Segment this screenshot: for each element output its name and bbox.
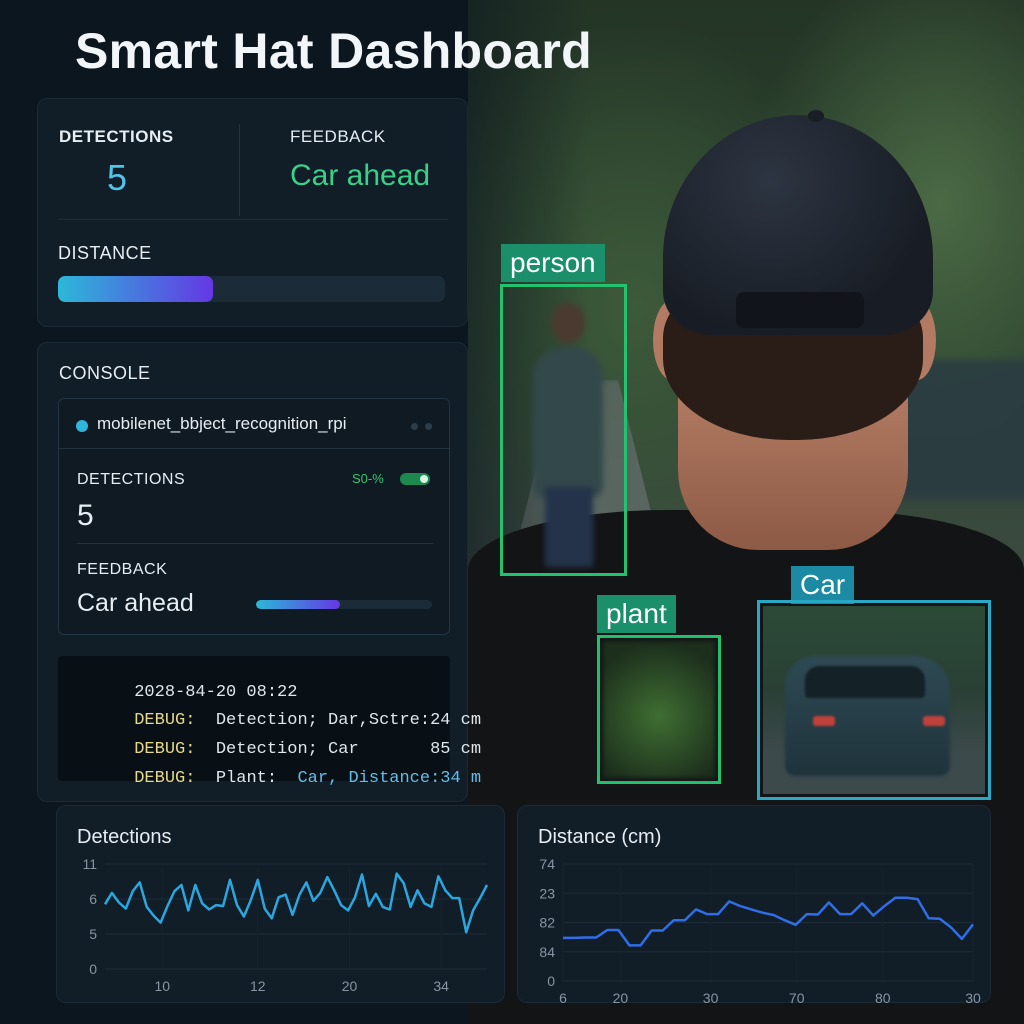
- model-card-header: mobilenet_bbject_recognition_rpi: [59, 399, 449, 449]
- distance-chart-panel: Distance (cm) 74 23 82 84 0 6 20 30 70 80 30: [517, 805, 991, 1004]
- bbox-label-car: Car: [791, 566, 855, 604]
- distance-label: DISTANCE: [58, 243, 152, 263]
- model-card: mobilenet_bbject_recognition_rpi DETECTI…: [58, 398, 450, 635]
- detections-label: DETECTIONS: [59, 127, 174, 146]
- console-detections-value: 5: [77, 499, 94, 532]
- detections-x-tick: 20: [342, 978, 358, 994]
- distance-y-tick: 74: [539, 856, 555, 872]
- distance-y-tick: 84: [539, 944, 555, 960]
- console-label: CONSOLE: [59, 363, 151, 383]
- feedback-bar: [256, 600, 432, 609]
- model-name: mobilenet_bbject_recognition_rpi: [97, 414, 347, 433]
- detections-y-tick: 0: [89, 961, 97, 977]
- page-title: Smart Hat Dashboard: [75, 23, 592, 79]
- summary-panel: DETECTIONS 5 FEEDBACK Car ahead DISTANCE: [37, 98, 468, 327]
- detections-chart-panel: Detections 11 6 5 0 10 12 20 34: [56, 805, 505, 1003]
- distance-x-tick: 70: [789, 990, 805, 1004]
- distance-y-tick: 82: [539, 915, 555, 931]
- distance-bar-fill: [58, 276, 213, 302]
- detections-chart: 11 6 5 0 10 12 20 34: [82, 856, 489, 994]
- console-panel: CONSOLE mobilenet_bbject_recognition_rpi…: [37, 342, 481, 802]
- detections-count: 5: [107, 157, 128, 198]
- feedback-bar-fill: [256, 600, 341, 609]
- console-detections-label: DETECTIONS: [77, 471, 186, 488]
- distance-series-line: [563, 896, 974, 947]
- debug-log: 2028-84-20 08:22 DEBUG: Detection; Dar,S…: [58, 656, 481, 788]
- detections-y-tick: 6: [89, 891, 97, 907]
- feedback-value: Car ahead: [290, 159, 431, 192]
- toggle-switch[interactable]: [400, 473, 430, 485]
- detections-x-tick: 34: [433, 978, 449, 994]
- distance-y-tick: 0: [547, 973, 555, 989]
- distance-chart: 74 23 82 84 06 20 30 70 80 30: [539, 856, 981, 1004]
- console-feedback-value: Car ahead: [77, 589, 194, 617]
- detections-y-tick: 5: [89, 926, 97, 942]
- bbox-plant[interactable]: [597, 635, 721, 784]
- bbox-person[interactable]: [500, 284, 627, 576]
- detections-y-tick: 11: [82, 856, 97, 872]
- confidence-badge: S0-%: [352, 471, 384, 486]
- detections-x-tick: 10: [155, 978, 171, 994]
- bbox-label-person: person: [501, 244, 605, 282]
- distance-x-tick: 6: [559, 990, 567, 1004]
- detections-x-tick: 12: [250, 978, 266, 994]
- divider: [239, 124, 240, 216]
- more-dots-icon[interactable]: [411, 423, 418, 430]
- console-feedback-label: FEEDBACK: [77, 561, 168, 578]
- bbox-label-plant: plant: [597, 595, 676, 633]
- distance-x-tick: 30: [703, 990, 719, 1004]
- divider: [58, 219, 448, 220]
- distance-y-tick: 23: [539, 885, 555, 901]
- distance-bar: [58, 276, 445, 302]
- feedback-label: FEEDBACK: [290, 127, 386, 146]
- distance-x-tick: 20: [613, 990, 629, 1004]
- bbox-car[interactable]: [757, 600, 991, 800]
- distance-x-tick: 30: [965, 990, 981, 1004]
- smart-hat-strap: [736, 292, 864, 328]
- distance-x-tick: 80: [875, 990, 891, 1004]
- status-dot-icon: [76, 420, 88, 432]
- log-line: DEBUG: Plant: Car, Distance:34 m: [134, 769, 482, 788]
